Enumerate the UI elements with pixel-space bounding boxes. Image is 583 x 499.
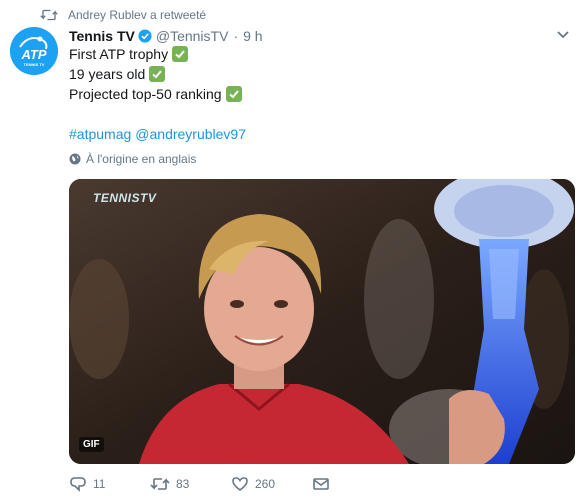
verified-badge-icon [138, 29, 152, 43]
like-count: 260 [255, 477, 276, 491]
check-mark-icon [149, 66, 166, 82]
envelope-icon [313, 478, 329, 490]
retweet-context-text: Andrey Rublev a retweeté [68, 8, 207, 22]
retweet-button[interactable]: 83 [150, 476, 231, 492]
retweet-icon [40, 9, 58, 21]
check-mark-icon [225, 86, 242, 102]
mention-link[interactable]: @andreyrublev97 [135, 126, 246, 142]
avatar[interactable]: ATP TENNIS TV [10, 27, 58, 75]
retweet-context[interactable]: Andrey Rublev a retweeté [40, 6, 206, 24]
avatar-subtext: TENNIS TV [24, 62, 45, 67]
globe-icon [69, 153, 81, 165]
gif-frame [69, 179, 575, 464]
tweet-timestamp[interactable]: 9 h [243, 28, 262, 44]
check-mark-icon [172, 46, 189, 62]
author-name[interactable]: Tennis TV [69, 28, 135, 44]
tweet-line-1: First ATP trophy [69, 44, 189, 64]
retweet-count: 83 [176, 477, 190, 491]
tweet-line-text: First ATP trophy [69, 46, 169, 62]
tweet-header: Tennis TV @TennisTV · 9 h [69, 26, 263, 46]
tweet-hashtags: #atpumag @andreyrublev97 [69, 124, 246, 144]
tweet-line-text: Projected top-50 ranking [69, 86, 222, 102]
reply-icon [70, 477, 86, 492]
avatar-logo-text: ATP [20, 47, 46, 62]
chevron-down-icon[interactable] [556, 30, 570, 40]
translate-note[interactable]: À l'origine en anglais [69, 151, 196, 167]
translate-text: À l'origine en anglais [86, 152, 197, 166]
tweet-line-text: 19 years old [69, 66, 146, 82]
separator-dot: · [233, 28, 239, 44]
gif-media[interactable]: TENNISTV GIF [69, 179, 575, 464]
tweet-line-3: Projected top-50 ranking [69, 84, 242, 104]
tweet-actions: 11 83 260 [69, 474, 336, 494]
heart-icon [232, 477, 248, 491]
atp-logo: ATP TENNIS TV [10, 27, 58, 75]
gif-badge: GIF [79, 437, 104, 452]
tennistv-watermark: TENNISTV [93, 191, 157, 205]
direct-message-button[interactable] [312, 476, 336, 492]
tweet-line-2: 19 years old [69, 64, 166, 84]
hashtag-link[interactable]: #atpumag [69, 126, 131, 142]
retweet-icon [150, 478, 170, 490]
reply-button[interactable]: 11 [69, 476, 150, 492]
author-handle[interactable]: @TennisTV [156, 28, 229, 44]
reply-count: 11 [93, 477, 106, 491]
like-button[interactable]: 260 [231, 476, 312, 492]
